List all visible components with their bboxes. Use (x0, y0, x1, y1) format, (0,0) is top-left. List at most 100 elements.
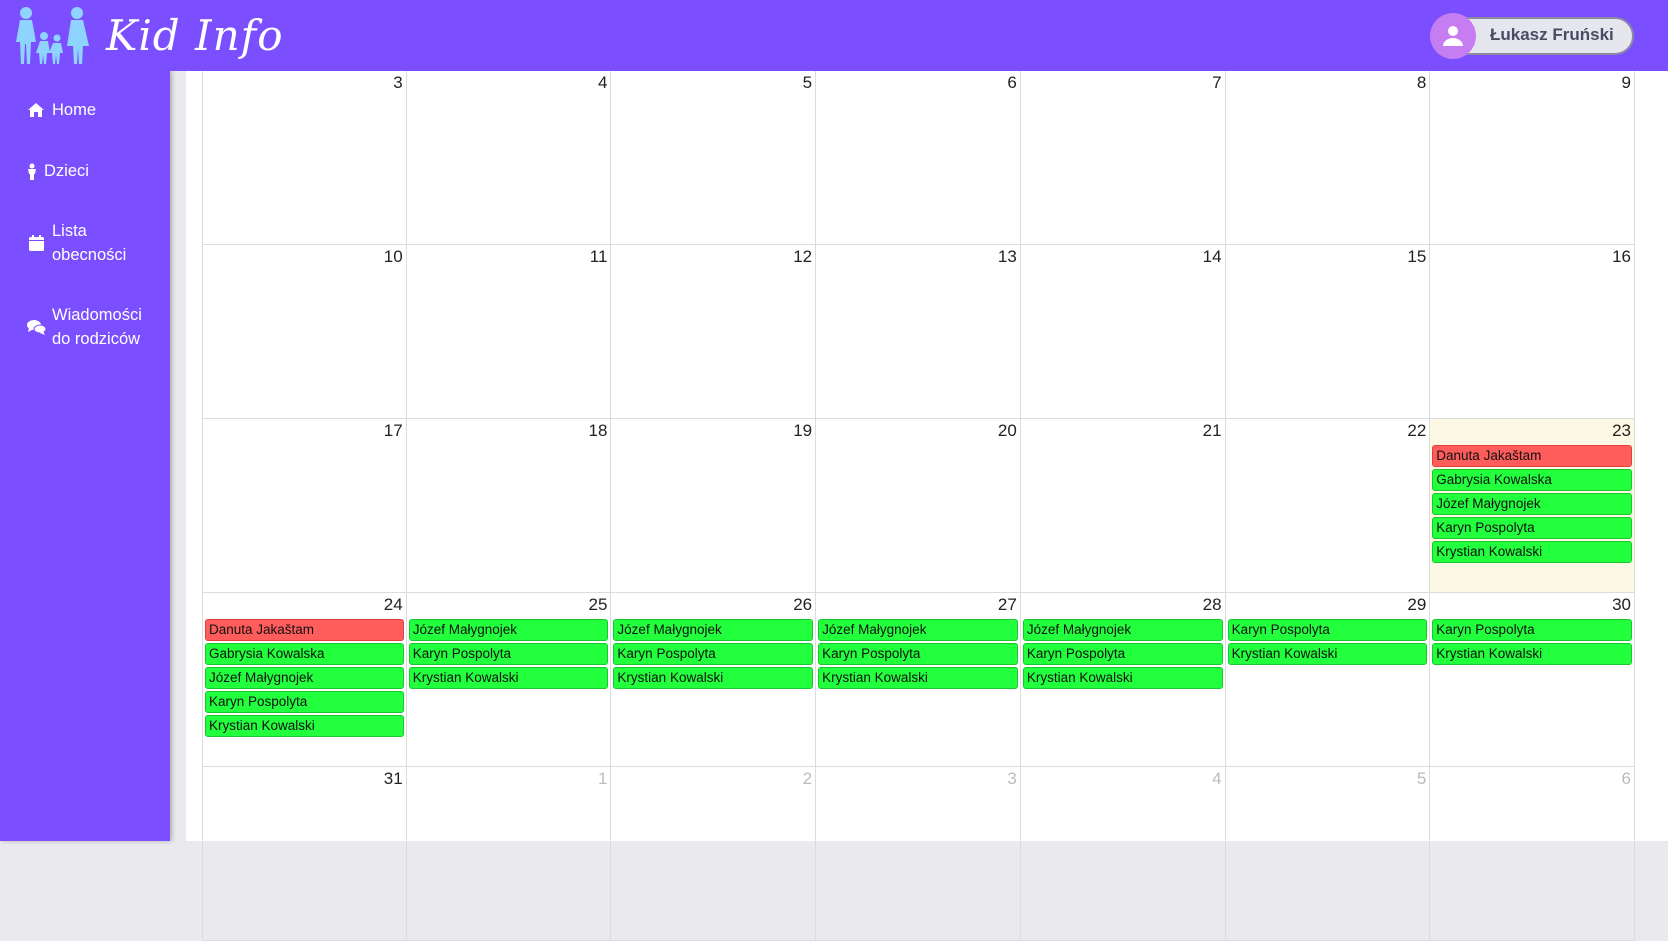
attendance-event[interactable]: Karyn Pospolyta (205, 691, 404, 713)
day-number[interactable]: 6 (1007, 73, 1016, 93)
attendance-event[interactable]: Józef Małygnojek (1432, 493, 1632, 515)
calendar-day-cell[interactable]: 22 (1225, 419, 1431, 593)
attendance-event[interactable]: Józef Małygnojek (408, 619, 609, 641)
user-avatar[interactable] (1430, 13, 1476, 59)
day-number[interactable]: 31 (384, 769, 403, 789)
attendance-event[interactable]: Krystian Kowalski (205, 715, 404, 737)
attendance-event[interactable]: Krystian Kowalski (1432, 541, 1632, 563)
calendar-day-cell[interactable]: 24 Danuta Jakaštam Gabrysia Kowalska Józef … (202, 593, 407, 767)
attendance-event[interactable]: Karyn Pospolyta (613, 643, 814, 665)
attendance-event[interactable]: Karyn Pospolyta (1227, 619, 1428, 641)
attendance-event[interactable]: Karyn Pospolyta (408, 643, 609, 665)
day-number[interactable]: 15 (1407, 247, 1426, 267)
calendar-day-cell[interactable]: 10 (202, 245, 407, 419)
calendar-day-cell[interactable]: 19 (611, 419, 817, 593)
day-number[interactable]: 1 (598, 769, 607, 789)
calendar-day-cell[interactable]: 20 (816, 419, 1021, 593)
attendance-event[interactable]: Karyn Pospolyta (818, 643, 1018, 665)
attendance-event[interactable]: Karyn Pospolyta (1022, 643, 1223, 665)
calendar-day-cell[interactable]: 27 Józef Małygnojek Karyn Pospolyta Krystia… (816, 593, 1021, 767)
calendar-day-cell[interactable]: 14 (1020, 245, 1226, 419)
calendar-day-cell[interactable]: 11 (406, 245, 612, 419)
day-number[interactable]: 19 (793, 421, 812, 441)
calendar-day-cell[interactable]: 4 (406, 71, 612, 245)
day-number[interactable]: 14 (1203, 247, 1222, 267)
calendar-day-cell[interactable]: 2 (611, 767, 817, 941)
attendance-event[interactable]: Krystian Kowalski (613, 667, 814, 689)
day-number[interactable]: 18 (589, 421, 608, 441)
calendar-day-cell[interactable]: 30 Karyn Pospolyta Krystian Kowalski (1430, 593, 1635, 767)
day-number[interactable]: 21 (1203, 421, 1222, 441)
calendar-day-cell[interactable]: 15 (1225, 245, 1431, 419)
attendance-event[interactable]: Józef Małygnojek (1022, 619, 1223, 641)
attendance-event[interactable]: Krystian Kowalski (1022, 667, 1223, 689)
day-number[interactable]: 9 (1622, 73, 1631, 93)
day-number[interactable]: 12 (793, 247, 812, 267)
attendance-event[interactable]: Krystian Kowalski (408, 667, 609, 689)
day-number[interactable]: 30 (1612, 595, 1631, 615)
calendar-day-cell[interactable]: 13 (816, 245, 1021, 419)
calendar-day-cell[interactable]: 29 Karyn Pospolyta Krystian Kowalski (1225, 593, 1431, 767)
calendar-day-cell[interactable]: 31 (202, 767, 407, 941)
calendar-day-cell[interactable]: 6 (1430, 767, 1635, 941)
day-number[interactable]: 27 (998, 595, 1017, 615)
user-name[interactable]: Łukasz Fruński (1490, 25, 1614, 45)
calendar-day-cell[interactable]: 7 (1020, 71, 1226, 245)
calendar-day-cell[interactable]: 4 (1020, 767, 1226, 941)
attendance-event[interactable]: Krystian Kowalski (1227, 643, 1428, 665)
attendance-event[interactable]: Józef Małygnojek (818, 619, 1018, 641)
day-number[interactable]: 28 (1203, 595, 1222, 615)
attendance-event[interactable]: Krystian Kowalski (1432, 643, 1632, 665)
day-number[interactable]: 11 (590, 247, 608, 267)
calendar-day-cell[interactable]: 26 Józef Małygnojek Karyn Pospolyta Krystia… (611, 593, 817, 767)
day-number[interactable]: 7 (1212, 73, 1221, 93)
attendance-event[interactable]: Józef Małygnojek (205, 667, 404, 689)
attendance-event[interactable]: Danuta Jakaštam (1432, 445, 1632, 467)
day-number[interactable]: 6 (1622, 769, 1631, 789)
attendance-event[interactable]: Karyn Pospolyta (1432, 619, 1632, 641)
day-number[interactable]: 25 (589, 595, 608, 615)
attendance-event[interactable]: Gabrysia Kowalska (205, 643, 404, 665)
calendar-day-cell[interactable]: 5 (1225, 767, 1431, 941)
day-number[interactable]: 29 (1407, 595, 1426, 615)
calendar-day-cell[interactable]: 16 (1430, 245, 1635, 419)
calendar-day-cell[interactable]: 3 (816, 767, 1021, 941)
sidebar-item-wiadomosci[interactable]: Wiadomości do rodziców (26, 303, 147, 351)
calendar-day-cell[interactable]: 28 Józef Małygnojek Karyn Pospolyta Krystia… (1020, 593, 1226, 767)
day-number[interactable]: 3 (1007, 769, 1016, 789)
day-number[interactable]: 5 (803, 73, 812, 93)
attendance-event[interactable]: Danuta Jakaštam (205, 619, 404, 641)
calendar-day-cell[interactable]: 17 (202, 419, 407, 593)
day-number[interactable]: 5 (1417, 769, 1426, 789)
attendance-event[interactable]: Józef Małygnojek (613, 619, 814, 641)
attendance-event[interactable]: Krystian Kowalski (818, 667, 1018, 689)
calendar-day-cell[interactable]: 18 (406, 419, 612, 593)
day-number[interactable]: 10 (384, 247, 403, 267)
calendar-day-cell[interactable]: 9 (1430, 71, 1635, 245)
calendar-day-cell[interactable]: 1 (406, 767, 612, 941)
day-number[interactable]: 4 (598, 73, 607, 93)
sidebar-item-lista-obecnosci[interactable]: Lista obecności (26, 219, 132, 267)
sidebar-item-dzieci[interactable]: Dzieci (26, 159, 89, 183)
day-number[interactable]: 16 (1612, 247, 1631, 267)
day-number[interactable]: 3 (393, 73, 402, 93)
day-number[interactable]: 23 (1612, 421, 1631, 441)
day-number[interactable]: 24 (384, 595, 403, 615)
calendar-day-cell[interactable]: 23 Danuta Jakaštam Gabrysia Kowalska Józef … (1430, 419, 1635, 593)
day-number[interactable]: 4 (1212, 769, 1221, 789)
day-number[interactable]: 2 (803, 769, 812, 789)
day-number[interactable]: 26 (793, 595, 812, 615)
day-number[interactable]: 22 (1407, 421, 1426, 441)
sidebar-item-home[interactable]: Home (26, 98, 96, 122)
attendance-event[interactable]: Karyn Pospolyta (1432, 517, 1632, 539)
calendar-day-cell[interactable]: 25 Józef Małygnojek Karyn Pospolyta Krystia… (406, 593, 612, 767)
calendar-day-cell[interactable]: 3 (202, 71, 407, 245)
day-number[interactable]: 8 (1417, 73, 1426, 93)
calendar-day-cell[interactable]: 21 (1020, 419, 1226, 593)
day-number[interactable]: 20 (998, 421, 1017, 441)
attendance-event[interactable]: Gabrysia Kowalska (1432, 469, 1632, 491)
day-number[interactable]: 17 (384, 421, 403, 441)
calendar-day-cell[interactable]: 6 (816, 71, 1021, 245)
day-number[interactable]: 13 (998, 247, 1017, 267)
calendar-day-cell[interactable]: 5 (611, 71, 817, 245)
